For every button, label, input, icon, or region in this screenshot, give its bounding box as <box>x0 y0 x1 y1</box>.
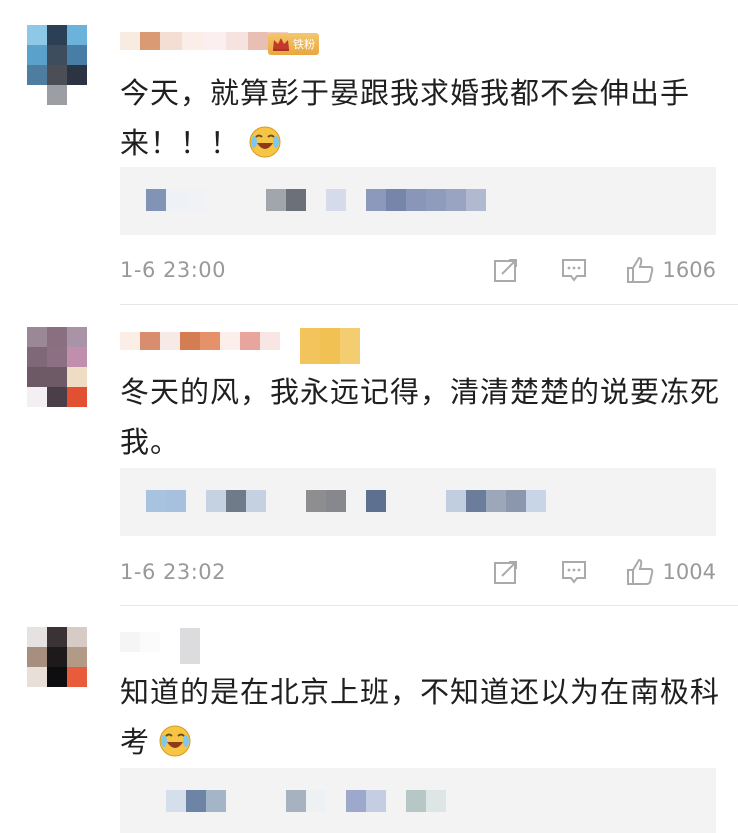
badge-label: 铁粉 <box>293 38 315 51</box>
comment-text-content: 冬天的风，我永远记得，清清楚楚的说要冻死我。 <box>120 375 721 459</box>
thumbs-up-icon[interactable] <box>625 255 655 285</box>
comment-actions: 1004 <box>491 557 716 587</box>
username[interactable] <box>120 328 360 368</box>
crown-icon <box>270 35 292 53</box>
laugh-cry-emoji-icon <box>158 723 192 757</box>
reply-preview[interactable] <box>120 768 716 833</box>
fan-badge[interactable]: 铁粉 <box>268 33 319 55</box>
laugh-cry-emoji-icon <box>248 124 282 158</box>
comment-text-content: 今天，就算彭于晏跟我求婚我都不会伸出手来！！！ <box>120 76 691 160</box>
thumbs-up-icon[interactable] <box>625 557 655 587</box>
comment-time: 1-6 23:02 <box>120 560 226 584</box>
comment-actions: 1606 <box>491 255 716 285</box>
comment-time: 1-6 23:00 <box>120 258 226 282</box>
comment-text: 知道的是在北京上班，不知道还以为在南极科考 <box>120 667 720 767</box>
username[interactable] <box>120 628 200 668</box>
comment-footer: 1-6 23:00 1606 <box>120 255 716 285</box>
like-count: 1004 <box>662 560 716 584</box>
avatar[interactable] <box>27 25 87 105</box>
comment-text: 冬天的风，我永远记得，清清楚楚的说要冻死我。 <box>120 367 720 467</box>
comment-text: 今天，就算彭于晏跟我求婚我都不会伸出手来！！！ <box>120 68 720 168</box>
divider <box>120 304 738 305</box>
comment-icon[interactable] <box>559 255 589 285</box>
comment-text-content: 知道的是在北京上班，不知道还以为在南极科考 <box>120 675 721 759</box>
like-count: 1606 <box>662 258 716 282</box>
repost-icon[interactable] <box>491 557 521 587</box>
divider <box>120 605 738 606</box>
reply-preview[interactable] <box>120 167 716 235</box>
comment-footer: 1-6 23:02 1004 <box>120 557 716 587</box>
reply-preview[interactable] <box>120 468 716 536</box>
avatar[interactable] <box>27 327 87 407</box>
repost-icon[interactable] <box>491 255 521 285</box>
comment-icon[interactable] <box>559 557 589 587</box>
avatar[interactable] <box>27 627 87 707</box>
username[interactable] <box>120 26 288 56</box>
